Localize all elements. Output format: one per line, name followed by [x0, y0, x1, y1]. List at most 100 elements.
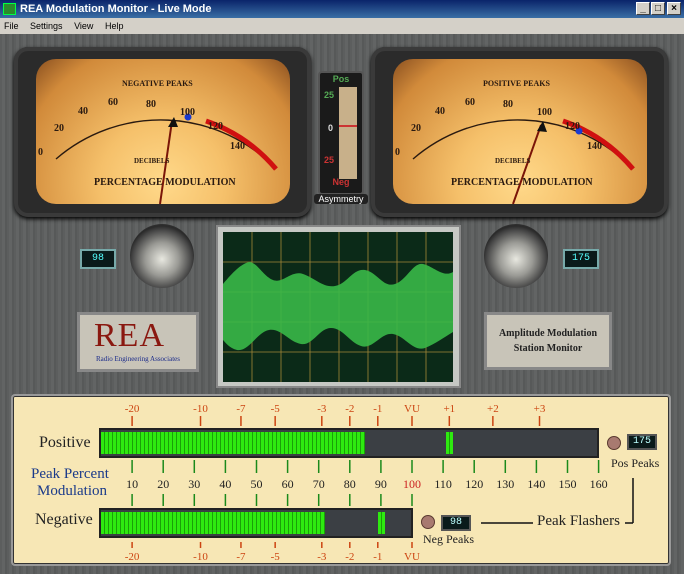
- asym-bottom-scale: 25: [324, 155, 334, 165]
- bargraph-panel: -20-10-7-5-3-2-1VU+1+2+3-20-10-7-5-3-2-1…: [11, 394, 671, 566]
- minimize-button[interactable]: _: [636, 2, 650, 15]
- db-bottom-label: VU: [404, 551, 420, 563]
- pos-pct-80: 80: [503, 99, 513, 110]
- db-top-label: -7: [236, 403, 246, 415]
- app-window: REA Modulation Monitor - Live Mode _ □ ×…: [0, 0, 684, 574]
- neg-decibels-label: DECIBELS: [134, 157, 169, 165]
- db-bottom-label: -1: [373, 551, 382, 563]
- positive-meter-face: POSITIVE PEAKS 0 20 40 60 80 100 120 140…: [393, 59, 647, 204]
- negative-meter-face: NEGATIVE PEAKS 0 20 40 60 80 100 120 140…: [36, 59, 290, 204]
- bargraph-scale: -20-10-7-5-3-2-1VU+1+2+3-20-10-7-5-3-2-1…: [13, 396, 669, 564]
- menu-settings[interactable]: Settings: [30, 21, 63, 31]
- db-top-label: +3: [534, 403, 546, 415]
- positive-meter-bezel: POSITIVE PEAKS 0 20 40 60 80 100 120 140…: [371, 47, 668, 217]
- positive-bar: [99, 428, 599, 458]
- maximize-button[interactable]: □: [651, 2, 665, 15]
- positive-readout: 175: [563, 249, 599, 269]
- db-bottom-label: -5: [271, 551, 281, 563]
- monitor-panel: NEGATIVE PEAKS 0 20 40 60 80 100 120 140…: [0, 34, 684, 574]
- db-top-label: VU: [404, 403, 420, 415]
- pos-meter-footer: PERCENTAGE MODULATION: [451, 177, 593, 188]
- rea-logo: REA Radio Engineering Associates: [77, 312, 199, 372]
- neg-peak-flasher: [421, 515, 435, 529]
- asym-neg-label: Neg: [321, 177, 361, 187]
- neg-pct-120: 120: [208, 121, 223, 132]
- pct-scale-label: 140: [527, 477, 545, 491]
- asymmetry-label: Asymmetry: [314, 194, 368, 204]
- pct-scale-label: 160: [590, 477, 608, 491]
- pct-scale-label: 120: [465, 477, 483, 491]
- pos-pct-100: 100: [537, 107, 552, 118]
- positive-bar-fill: [101, 432, 365, 454]
- station-label: Amplitude Modulation Station Monitor: [484, 312, 612, 370]
- asym-mid-scale: 0: [328, 123, 333, 133]
- pos-peaks-label: Pos Peaks: [611, 456, 659, 471]
- negative-bar: [99, 508, 413, 538]
- positive-peak-marker: [446, 432, 453, 454]
- positive-bar-label: Positive: [39, 434, 91, 452]
- neg-meter-footer: PERCENTAGE MODULATION: [94, 177, 236, 188]
- db-top-label: +2: [487, 403, 499, 415]
- pos-pct-140: 140: [587, 141, 602, 152]
- neg-pct-140: 140: [230, 141, 245, 152]
- rea-logo-text: REA: [94, 317, 165, 355]
- pos-pct-20: 20: [411, 123, 421, 134]
- window-title: REA Modulation Monitor - Live Mode: [20, 3, 211, 15]
- asymmetry-meter: Pos 25 0 25 Neg: [318, 71, 364, 195]
- db-top-label: -3: [317, 403, 327, 415]
- app-icon: [3, 3, 16, 15]
- pos-pct-120: 120: [565, 121, 580, 132]
- negative-readout: 98: [80, 249, 116, 269]
- pct-scale-label: 20: [157, 477, 169, 491]
- ppm-label-line-2: Modulation: [37, 483, 107, 500]
- neg-peak-readout: 98: [441, 515, 471, 531]
- db-top-label: -5: [271, 403, 281, 415]
- menu-file[interactable]: File: [4, 21, 19, 31]
- asym-top-scale: 25: [324, 90, 334, 100]
- negative-bar-fill: [101, 512, 325, 534]
- negative-peak-marker: [378, 512, 385, 534]
- pct-scale-label: 70: [313, 477, 325, 491]
- oscilloscope-screen: [223, 232, 453, 382]
- waveform-envelope: [223, 232, 453, 382]
- db-bottom-label: -2: [345, 551, 354, 563]
- neg-pct-80: 80: [146, 99, 156, 110]
- neg-pct-0: 0: [38, 147, 43, 158]
- station-line-2: Station Monitor: [487, 341, 609, 356]
- title-bar: REA Modulation Monitor - Live Mode _ □ ×: [0, 0, 684, 18]
- menu-view[interactable]: View: [74, 21, 93, 31]
- negative-peak-lamp: [130, 224, 194, 288]
- pct-scale-label: 130: [496, 477, 514, 491]
- neg-peaks-label: Neg Peaks: [423, 532, 474, 547]
- negative-bar-label: Negative: [35, 511, 93, 529]
- neg-pct-60: 60: [108, 97, 118, 108]
- ppm-label-line-1: Peak Percent: [31, 466, 109, 483]
- peak-flashers-label: Peak Flashers: [537, 513, 620, 530]
- pct-scale-label: 30: [188, 477, 200, 491]
- pct-scale-label: 110: [434, 477, 452, 491]
- db-bottom-label: -7: [236, 551, 246, 563]
- db-top-label: -20: [125, 403, 140, 415]
- pos-pct-40: 40: [435, 106, 445, 117]
- pct-scale-label: 90: [375, 477, 387, 491]
- asym-scale-tube: [339, 87, 357, 179]
- menu-help[interactable]: Help: [105, 21, 124, 31]
- pct-scale-label: 150: [559, 477, 577, 491]
- station-line-1: Amplitude Modulation: [487, 326, 609, 341]
- positive-meter-title: POSITIVE PEAKS: [483, 79, 550, 88]
- rea-logo-subtitle: Radio Engineering Associates: [84, 355, 192, 363]
- negative-meter-title: NEGATIVE PEAKS: [122, 79, 193, 88]
- close-button[interactable]: ×: [667, 2, 681, 15]
- neg-pct-40: 40: [78, 106, 88, 117]
- pos-peak-readout: 175: [627, 434, 657, 450]
- pct-scale-label: 100: [403, 477, 421, 491]
- pct-scale-label: 60: [282, 477, 294, 491]
- negative-meter-bezel: NEGATIVE PEAKS 0 20 40 60 80 100 120 140…: [14, 47, 311, 217]
- pct-scale-label: 10: [126, 477, 138, 491]
- pos-pct-60: 60: [465, 97, 475, 108]
- asym-pos-label: Pos: [321, 74, 361, 84]
- db-top-label: +1: [443, 403, 455, 415]
- pct-scale-label: 50: [251, 477, 263, 491]
- pct-scale-label: 40: [219, 477, 231, 491]
- menu-bar: File Settings View Help: [0, 18, 684, 34]
